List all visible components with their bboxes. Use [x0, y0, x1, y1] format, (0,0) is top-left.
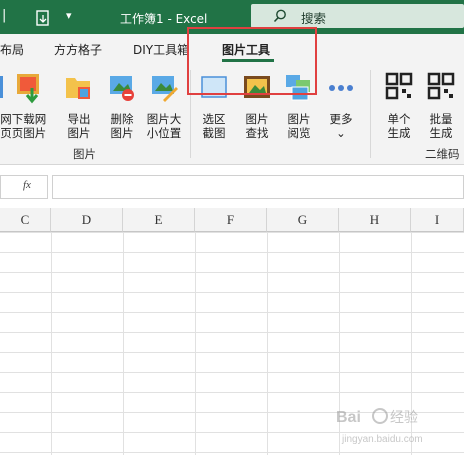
svg-text:Bai: Bai	[336, 409, 361, 426]
fx-icon[interactable]: fx	[23, 179, 31, 191]
grid-line	[123, 232, 124, 455]
button-label: 查找	[245, 126, 269, 140]
image-size-position-button[interactable]: 图片大 小位置	[140, 72, 188, 140]
more-button[interactable]: 更多 ⌄	[321, 72, 361, 140]
button-label: 截图	[202, 126, 226, 140]
group-label-images: 图片	[73, 147, 96, 161]
tab-layout[interactable]: 布局	[0, 41, 24, 58]
qr-code-icon	[385, 72, 413, 100]
button-label: 生成	[387, 126, 411, 140]
grid-line	[267, 232, 268, 455]
delete-images-button[interactable]: 删除 图片	[101, 72, 143, 140]
tab-diy-toolbox[interactable]: DIY工具箱	[133, 41, 189, 58]
search-box[interactable]: 搜索	[251, 4, 464, 28]
button-label: 页图片	[11, 126, 47, 140]
web-icon	[0, 76, 3, 98]
group-divider	[370, 70, 371, 158]
svg-text:jingyan.baidu.com: jingyan.baidu.com	[341, 434, 423, 445]
delete-image-icon	[110, 76, 134, 101]
button-label: 生成	[429, 126, 453, 140]
button-label: 更多	[329, 112, 353, 126]
export-images-button[interactable]: 导出 图片	[58, 72, 100, 140]
save-icon[interactable]	[36, 10, 50, 26]
single-qr-generate-button[interactable]: 单个 生成	[378, 72, 420, 140]
column-header-e[interactable]: E	[123, 208, 195, 232]
highlight-box	[187, 27, 317, 95]
column-header-d[interactable]: D	[51, 208, 123, 232]
button-label: 图片	[287, 112, 311, 126]
folder-export-icon	[66, 78, 90, 99]
column-header-i[interactable]: I	[411, 208, 464, 232]
button-label: 小位置	[146, 126, 182, 140]
download-image-icon	[17, 74, 39, 104]
formula-input[interactable]	[52, 175, 464, 199]
qr-code-icon	[427, 72, 455, 100]
svg-text:经验: 经验	[390, 410, 418, 426]
button-label: 选区	[202, 112, 226, 126]
column-header-h[interactable]: H	[339, 208, 411, 232]
chevron-left-icon[interactable]: |	[2, 8, 6, 23]
grid-line	[51, 232, 52, 455]
button-label: 图片大	[146, 112, 182, 126]
name-box[interactable]: fx	[0, 175, 48, 199]
button-label: 单个	[387, 112, 411, 126]
window-title: 工作簿1 - Excel	[120, 12, 208, 26]
grid-line	[195, 232, 196, 455]
button-label: 图片	[245, 112, 269, 126]
download-web-images-button[interactable]: 下载网 页图片	[8, 72, 50, 140]
search-icon	[273, 9, 286, 23]
button-label: 批量	[429, 112, 453, 126]
chevron-down-icon: ⌄	[336, 126, 346, 140]
button-label: 图片	[67, 126, 91, 140]
quick-access-dropdown-icon[interactable]: ▾	[66, 9, 72, 22]
baidu-jingyan-watermark: Bai 经验 jingyan.baidu.com	[336, 408, 423, 445]
batch-qr-generate-button[interactable]: 批量 生成	[420, 72, 462, 140]
search-placeholder: 搜索	[301, 11, 327, 26]
group-label-qr: 二维码	[425, 147, 460, 161]
column-header-f[interactable]: F	[195, 208, 267, 232]
image-resize-icon	[152, 76, 178, 102]
button-label: 图片	[110, 126, 134, 140]
button-label: 导出	[67, 112, 91, 126]
column-header-g[interactable]: G	[267, 208, 339, 232]
button-label: 阅览	[287, 126, 311, 140]
column-header-c[interactable]: C	[0, 208, 51, 232]
button-label: 删除	[110, 112, 134, 126]
tab-fangfanggezi[interactable]: 方方格子	[54, 41, 102, 58]
button-label: 下载网	[11, 112, 47, 126]
more-dots-icon	[329, 85, 353, 91]
